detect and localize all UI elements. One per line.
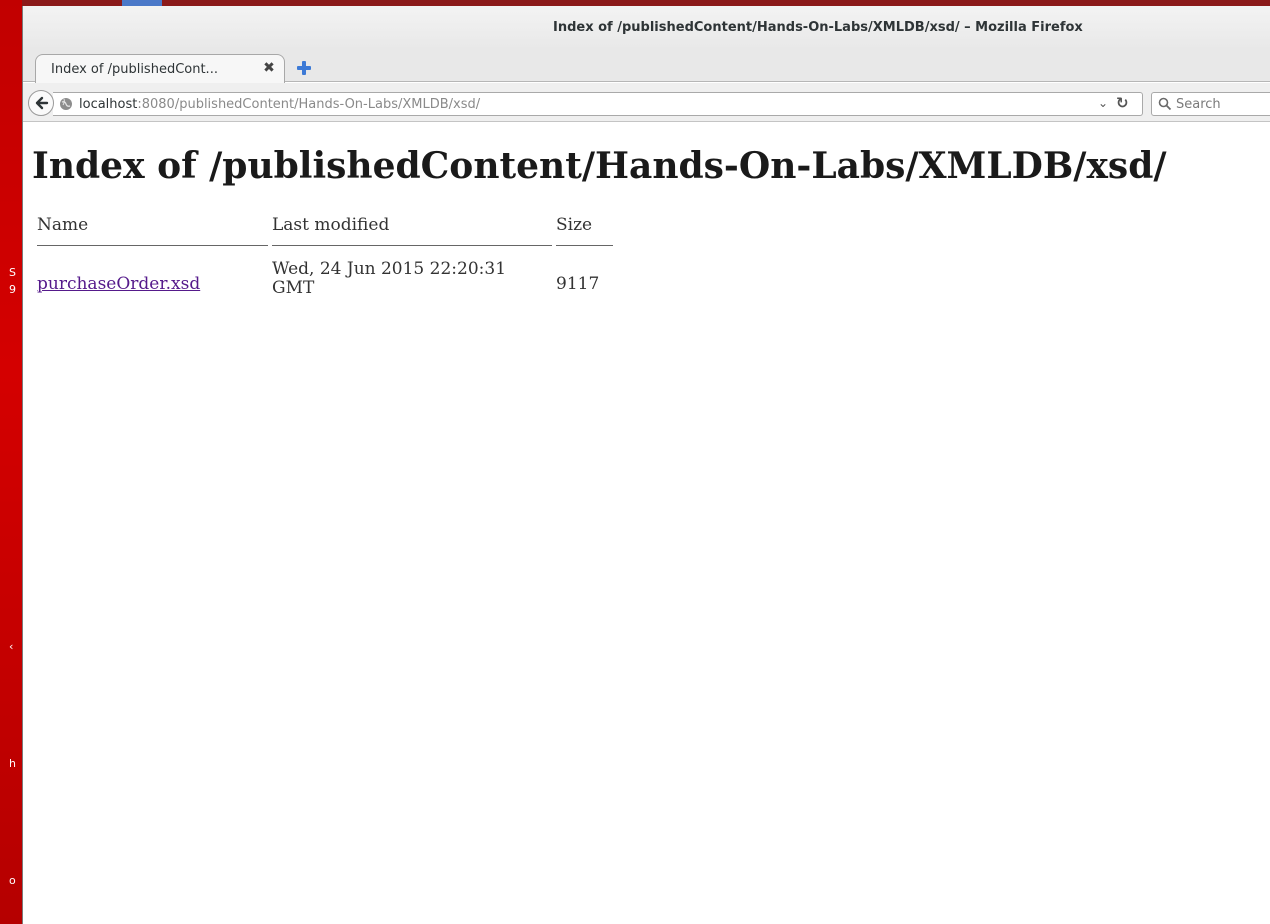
column-header-name[interactable]: Name xyxy=(37,209,268,246)
desktop-text-fragment: S xyxy=(9,266,16,279)
column-header-last-modified[interactable]: Last modified xyxy=(272,209,552,246)
modified-date: Wed, 24 Jun 2015 22:20:31 xyxy=(272,259,507,279)
url-text[interactable]: localhost:8080/publishedContent/Hands-On… xyxy=(79,97,480,112)
page-title: Index of /publishedContent/Hands-On-Labs… xyxy=(32,145,1167,187)
cell-size: 9117 xyxy=(556,246,613,298)
file-size: 9117 xyxy=(556,274,600,294)
page-content: Index of /publishedContent/Hands-On-Labs… xyxy=(23,123,1270,924)
close-icon[interactable]: ✖ xyxy=(261,60,277,76)
globe-icon xyxy=(60,98,72,110)
file-link[interactable]: purchaseOrder.xsd xyxy=(37,260,200,294)
browser-window: Index of /publishedContent/Hands-On-Labs… xyxy=(22,6,1270,924)
cell-last-modified: Wed, 24 Jun 2015 22:20:31 GMT xyxy=(272,246,552,298)
search-input[interactable] xyxy=(1176,95,1270,113)
navigation-bar: localhost:8080/publishedContent/Hands-On… xyxy=(23,83,1270,122)
directory-listing-table: Name Last modified Size purchaseOrder.xs… xyxy=(33,209,617,298)
tab-active[interactable]: Index of /publishedCont... ✖ xyxy=(35,54,285,83)
search-bar[interactable] xyxy=(1151,92,1270,116)
window-title: Index of /publishedContent/Hands-On-Labs… xyxy=(553,20,1083,35)
url-bar[interactable]: localhost:8080/publishedContent/Hands-On… xyxy=(53,92,1143,116)
modified-timezone: GMT xyxy=(272,278,315,298)
desktop-text-fragment: ‹ xyxy=(9,640,14,653)
desktop-text-fragment: 9 xyxy=(9,283,16,296)
chevron-down-icon[interactable]: ⌄ xyxy=(1098,96,1108,110)
search-icon xyxy=(1158,97,1172,111)
column-header-size[interactable]: Size xyxy=(556,209,613,246)
desktop-text-fragment: o xyxy=(9,874,16,887)
tab-label: Index of /publishedCont... xyxy=(51,62,218,77)
cell-name: purchaseOrder.xsd xyxy=(37,246,268,298)
url-path: :8080/publishedContent/Hands-On-Labs/XML… xyxy=(137,97,481,112)
new-tab-button[interactable] xyxy=(295,59,313,77)
window-titlebar[interactable]: Index of /publishedContent/Hands-On-Labs… xyxy=(23,6,1270,50)
table-header-row: Name Last modified Size xyxy=(37,209,613,246)
tab-strip: Index of /publishedCont... ✖ xyxy=(23,50,1270,83)
back-button[interactable] xyxy=(28,90,54,116)
desktop-background: S 9 ‹ h o xyxy=(0,0,22,924)
plus-icon xyxy=(297,61,311,75)
url-host: localhost xyxy=(79,97,138,112)
back-arrow-icon xyxy=(35,96,49,110)
desktop-text-fragment: h xyxy=(9,757,16,770)
reload-icon[interactable]: ↻ xyxy=(1116,94,1129,112)
table-row: purchaseOrder.xsd Wed, 24 Jun 2015 22:20… xyxy=(37,246,613,298)
